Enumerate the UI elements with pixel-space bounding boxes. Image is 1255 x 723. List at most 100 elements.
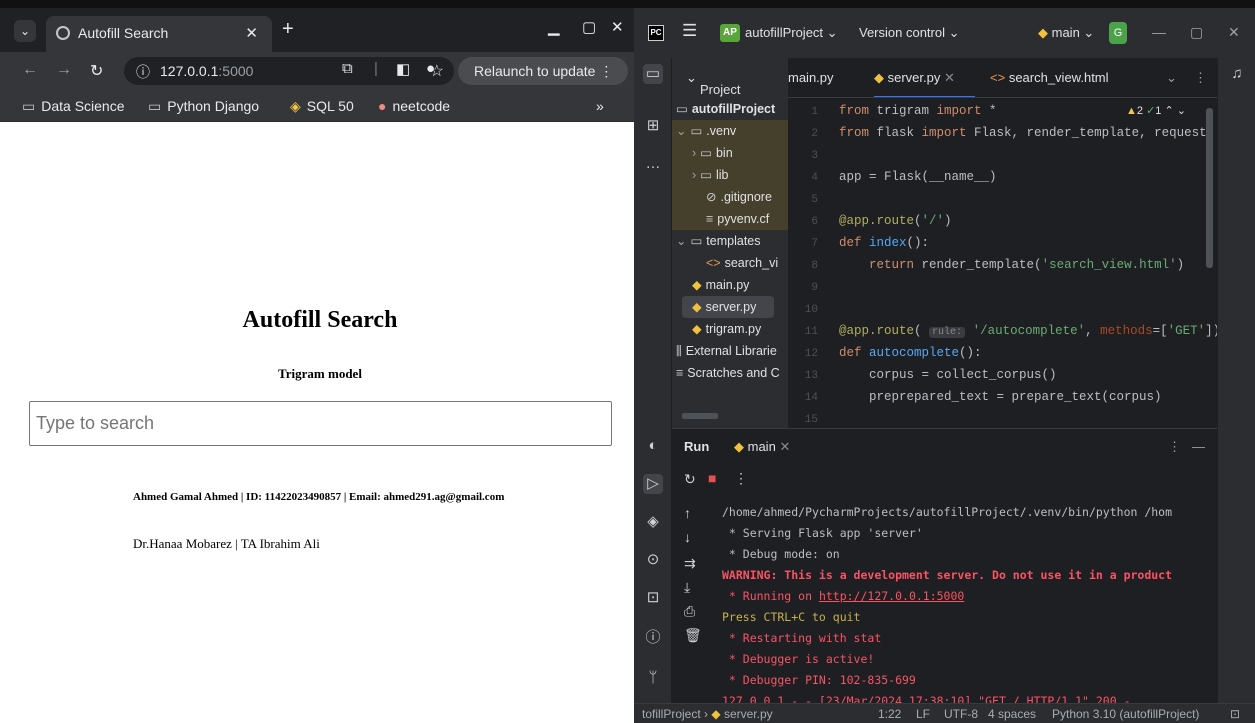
folder-icon: ▭ (690, 124, 703, 138)
tree-external-libraries[interactable]: ⫼ External Librarie (676, 340, 777, 362)
ide-minimize-icon[interactable]: — (1152, 24, 1166, 40)
indent-setting[interactable]: 4 spaces (988, 707, 1036, 721)
run-config-tab[interactable]: ◆ main ✕ (734, 439, 790, 455)
maximize-icon[interactable]: ▢ (582, 18, 596, 36)
close-window-icon[interactable]: ✕ (611, 18, 624, 36)
tree-pyvenv[interactable]: ≡ pyvenv.cf (672, 208, 788, 230)
line-gutter: 1 2 3 4 5 6 7 8 9 10 11 12 13 14 15 (788, 98, 830, 428)
terminal-icon[interactable]: ⊡ (643, 588, 663, 608)
more-bookmarks-icon[interactable]: » (596, 98, 604, 114)
bookmark-sql-50[interactable]: ◈ SQL 50 (290, 98, 354, 115)
scroll-down-icon[interactable]: ↓ (684, 529, 691, 545)
branch-switcher[interactable]: ◆ main ⌄ (1038, 25, 1094, 41)
problems-icon[interactable]: ⓘ (643, 628, 663, 648)
run-options-icon[interactable]: ⋮ (1168, 439, 1181, 455)
bookmark-python-django[interactable]: ▭ Python Django (148, 98, 259, 115)
new-tab-icon[interactable]: + (282, 18, 294, 41)
print-icon[interactable]: ⎙ (684, 603, 695, 620)
rerun-icon[interactable]: ↻ (684, 471, 696, 488)
more-tools-icon[interactable]: … (643, 154, 663, 174)
tabs-more-icon[interactable]: ⋮ (1194, 70, 1207, 86)
tree-gitignore[interactable]: ⊘ .gitignore (672, 186, 788, 208)
tree-scrollbar[interactable] (682, 413, 718, 419)
reload-icon[interactable]: ↻ (90, 61, 103, 81)
bookmark-neetcode[interactable]: ● neetcode (378, 98, 450, 114)
bookmark-data-science[interactable]: ▭ Data Science (22, 98, 125, 115)
python-packages-icon[interactable]: ◈ (643, 512, 663, 532)
more-menu-icon[interactable]: ⋮ (599, 63, 613, 79)
site-info-icon[interactable]: ⓘ (136, 62, 150, 82)
back-icon[interactable]: ← (22, 61, 38, 79)
project-switcher[interactable]: autofillProject ⌄ (745, 25, 838, 41)
browser-tab[interactable]: Autofill Search ✕ (46, 16, 272, 52)
breadcrumb[interactable]: tofillProject › ◆ server.py (642, 707, 773, 721)
minimize-icon[interactable]: ▁ (548, 18, 560, 36)
line-number: 15 (804, 414, 818, 426)
tree-scratches[interactable]: ≡ Scratches and C (676, 362, 780, 384)
profile-avatar-icon[interactable]: ● (426, 60, 435, 77)
editor-scrollbar[interactable] (1206, 108, 1213, 268)
code-editor[interactable]: 1 2 3 4 5 6 7 8 9 10 11 12 13 14 15 from… (788, 98, 1217, 428)
tab-search-view-html[interactable]: <> search_view.html (990, 70, 1109, 85)
stop-icon[interactable]: ■ (708, 470, 716, 486)
tabs-overflow-icon[interactable]: ⌄ (1166, 70, 1177, 86)
git-icon[interactable]: ᛘ (643, 668, 663, 688)
tree-bin[interactable]: › ▭ bin (672, 142, 788, 164)
close-tab-icon[interactable]: ✕ (944, 70, 955, 85)
main-menu-icon[interactable]: ☰ (682, 21, 697, 41)
tree-venv[interactable]: ⌄ ▭ .venv (672, 120, 788, 142)
vcs-menu[interactable]: Version control ⌄ (859, 25, 960, 41)
line-number: 3 (811, 150, 818, 162)
tab-search-dropdown-icon[interactable]: ⌄ (14, 20, 36, 42)
project-badge: AP (720, 24, 740, 42)
services-icon[interactable]: ⊙ (643, 550, 663, 570)
run-tool-icon[interactable]: ▷ (643, 474, 663, 494)
lock-icon[interactable]: ⊡ (1230, 707, 1240, 721)
notifications-icon[interactable]: ♫ (1227, 64, 1247, 84)
extensions-icon[interactable]: ⧉ (342, 60, 353, 77)
file-encoding[interactable]: UTF-8 (944, 707, 978, 721)
structure-tool-icon[interactable]: ⊞ (643, 116, 663, 136)
search-input[interactable] (29, 401, 612, 446)
line-number: 12 (804, 348, 818, 360)
console-output[interactable]: /home/ahmed/PycharmProjects/autofillProj… (710, 497, 1217, 704)
side-panel-icon[interactable]: ◧ (396, 60, 410, 78)
chevron-right-icon: › (692, 168, 697, 182)
python-interpreter[interactable]: Python 3.10 (autofillProject) (1052, 707, 1199, 721)
hide-panel-icon[interactable]: — (1192, 439, 1205, 454)
relaunch-button[interactable]: Relaunch to update ⋮ (458, 57, 628, 85)
caret-position[interactable]: 1:22 (878, 707, 901, 721)
project-tool-icon[interactable]: ▭ (643, 64, 663, 84)
run-button[interactable]: G (1109, 22, 1127, 44)
clear-console-icon[interactable]: 🗑 (684, 627, 702, 644)
url-text: 127.0.0.1:5000 (160, 63, 254, 79)
run-more-icon[interactable]: ⋮ (734, 470, 748, 487)
soft-wrap-icon[interactable]: ⇉ (684, 555, 696, 572)
forward-icon[interactable]: → (56, 61, 72, 79)
tree-server-py[interactable]: ◆ server.py (672, 296, 788, 318)
ide-close-icon[interactable]: ✕ (1228, 24, 1240, 41)
code-line: @app.route('/') (839, 214, 952, 228)
tree-templates[interactable]: ⌄ ▭ templates (676, 230, 761, 252)
close-tab-icon[interactable]: ✕ (245, 24, 258, 42)
tree-trigram-py[interactable]: ◆ trigram.py (692, 318, 761, 340)
tab-main-py[interactable]: main.py (788, 70, 834, 85)
line-number: 1 (811, 106, 818, 118)
scroll-up-icon[interactable]: ↑ (684, 505, 691, 521)
tab-server-py[interactable]: ◆ server.py ✕ (874, 70, 975, 97)
scroll-to-end-icon[interactable]: ⤓ (684, 579, 690, 596)
browser-tab-bar: ⌄ Autofill Search ✕ + ▁ ▢ ✕ (0, 8, 634, 52)
python-console-icon[interactable]: ◐ (643, 436, 663, 456)
close-tab-icon[interactable]: ✕ (779, 439, 790, 454)
tree-search-view[interactable]: <> search_vi (706, 252, 778, 274)
tree-main-py[interactable]: ◆ main.py (692, 274, 749, 296)
project-panel-dropdown[interactable]: Project ⌄ (686, 70, 740, 97)
tree-root[interactable]: ▭ autofillProject (676, 98, 775, 120)
line-number: 5 (811, 194, 818, 206)
line-separator[interactable]: LF (916, 707, 930, 721)
server-url-link[interactable]: http://127.0.0.1:5000 (819, 589, 964, 603)
console-warning-line: WARNING: This is a development server. D… (722, 568, 1173, 582)
ide-maximize-icon[interactable]: ▢ (1190, 24, 1203, 41)
inspection-widget[interactable]: ▲2 ✓1 ⌃ ⌄ (1126, 104, 1186, 117)
tree-lib[interactable]: › ▭ lib (672, 164, 788, 186)
